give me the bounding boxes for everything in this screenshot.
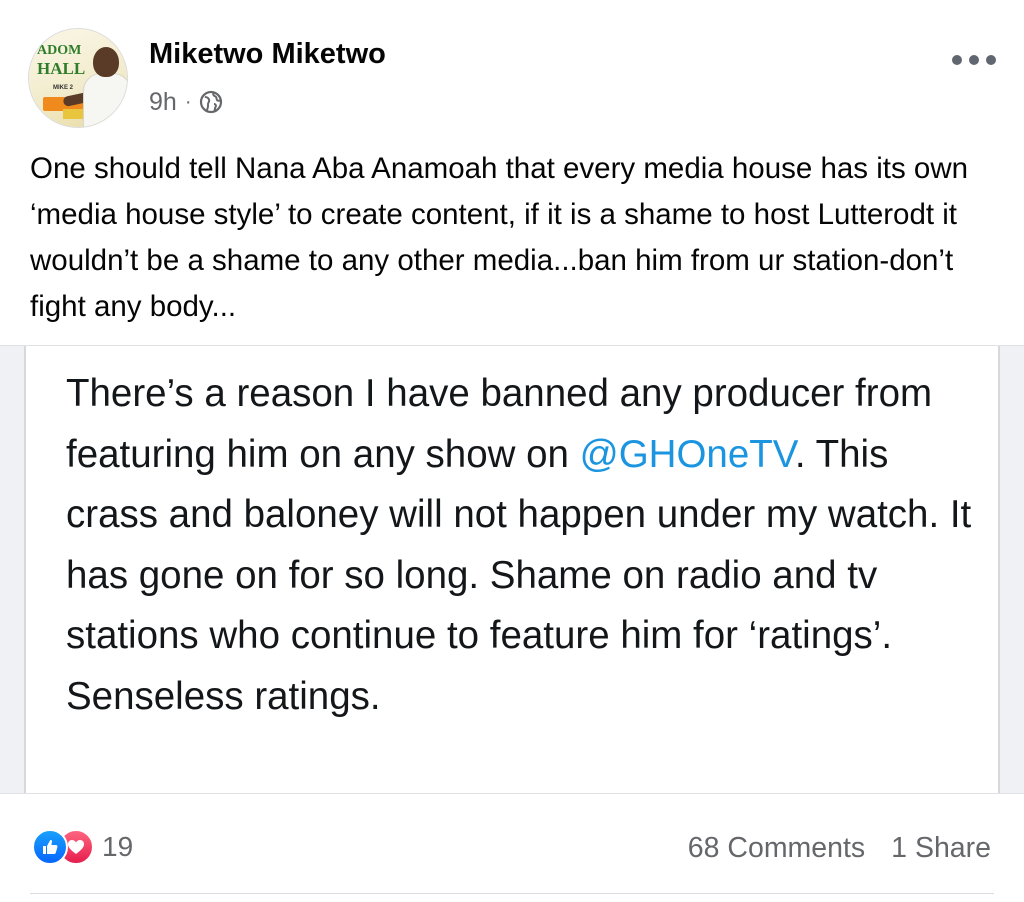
more-options-icon[interactable]: [952, 50, 996, 70]
like-icon: [32, 829, 68, 865]
more-dot: [986, 55, 996, 65]
facebook-post: ADOM HALL MIKE 2 Miketwo Miketwo 9h · On…: [0, 0, 1024, 902]
avatar-brand-top: ADOM: [37, 43, 82, 58]
post-timestamp[interactable]: 9h: [149, 88, 177, 117]
reaction-count: 19: [102, 831, 134, 862]
avatar-shirt: [83, 73, 127, 127]
tweet-screenshot: There’s a reason I have banned any produ…: [24, 346, 1000, 793]
avatar[interactable]: ADOM HALL MIKE 2: [28, 28, 128, 128]
avatar-brand-bottom: HALL: [37, 59, 86, 78]
tweet-text: There’s a reason I have banned any produ…: [66, 364, 976, 727]
avatar-tagline: MIKE 2: [53, 85, 74, 91]
reactions-summary[interactable]: 19: [32, 829, 134, 865]
globe-icon[interactable]: [199, 90, 223, 114]
post-caption: One should tell Nana Aba Anamoah that ev…: [30, 152, 969, 323]
post-meta: 9h ·: [149, 86, 223, 118]
engagement-stats: 68 Comments 1 Share: [688, 828, 991, 868]
comments-count-link[interactable]: 68 Comments: [688, 832, 865, 865]
footer-divider: [30, 893, 994, 894]
post-image[interactable]: There’s a reason I have banned any produ…: [0, 345, 1024, 794]
post-header: ADOM HALL MIKE 2 Miketwo Miketwo 9h ·: [0, 0, 1024, 140]
more-dot: [952, 55, 962, 65]
shares-count-link[interactable]: 1 Share: [891, 832, 991, 865]
post-footer: 19 68 Comments 1 Share: [0, 810, 1024, 890]
author-name[interactable]: Miketwo Miketwo: [149, 38, 386, 71]
avatar-head: [93, 47, 119, 77]
avatar-person: [62, 43, 127, 127]
more-dot: [969, 55, 979, 65]
tweet-mention: @GHOneTV: [579, 432, 795, 476]
meta-separator: ·: [184, 91, 192, 113]
